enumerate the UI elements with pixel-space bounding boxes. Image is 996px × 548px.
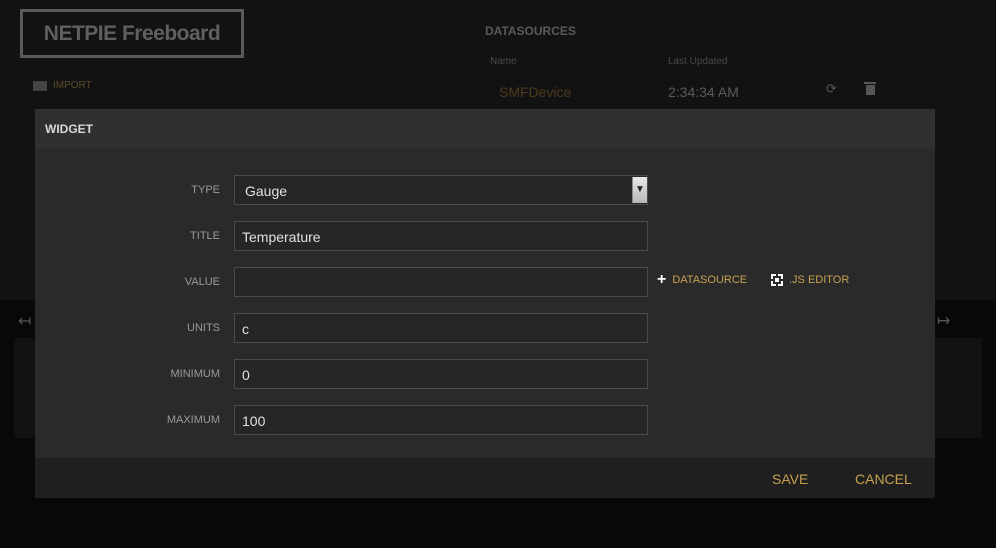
minimum-label: MINIMUM: [170, 368, 221, 380]
maximum-row: MAXIMUM 100: [35, 405, 935, 435]
dialog-body: TYPE Gauge ▼ TITLE Temperature VALUE + D…: [35, 149, 935, 458]
type-select-value: Gauge: [245, 183, 288, 199]
title-row: TITLE Temperature: [35, 221, 935, 251]
datasource-last-updated: 2:34:34 AM: [668, 84, 739, 100]
type-label: TYPE: [191, 184, 220, 196]
value-row: VALUE + DATASOURCE .JS EDITOR: [35, 267, 935, 297]
add-datasource-label: DATASOURCE: [672, 274, 748, 286]
maximum-label: MAXIMUM: [166, 414, 220, 426]
arrow-right-icon[interactable]: ↦: [937, 311, 950, 331]
plus-icon: +: [657, 271, 667, 288]
import-link[interactable]: IMPORT: [33, 80, 92, 91]
title-input[interactable]: Temperature: [234, 221, 648, 251]
chevron-down-icon[interactable]: ▼: [632, 177, 647, 203]
units-input[interactable]: c: [234, 313, 648, 343]
minimum-input[interactable]: 0: [234, 359, 648, 389]
refresh-icon[interactable]: ⟳: [826, 82, 840, 96]
dialog-header: WIDGET: [35, 109, 935, 149]
value-label: VALUE: [184, 276, 220, 288]
type-select[interactable]: Gauge ▼: [234, 175, 648, 205]
dialog-footer: SAVE CANCEL: [35, 458, 935, 498]
type-row: TYPE Gauge ▼: [35, 175, 935, 205]
import-label: IMPORT: [53, 80, 92, 91]
trash-icon[interactable]: [864, 82, 876, 96]
dialog-title: WIDGET: [45, 122, 93, 136]
datasources-title: DATASOURCES: [485, 24, 576, 38]
units-row: UNITS c: [35, 313, 935, 343]
fullscreen-icon: [771, 274, 783, 286]
title-label: TITLE: [190, 230, 220, 242]
app-logo: NETPIE Freeboard: [20, 9, 244, 58]
arrow-left-icon[interactable]: ↤: [18, 311, 31, 331]
js-editor-button[interactable]: .JS EDITOR: [771, 274, 849, 286]
value-input[interactable]: [234, 267, 648, 297]
cancel-button[interactable]: CANCEL: [855, 471, 912, 487]
widget-dialog: WIDGET TYPE Gauge ▼ TITLE Temperature VA…: [35, 109, 935, 498]
js-editor-label: .JS EDITOR: [789, 274, 850, 286]
save-button[interactable]: SAVE: [772, 471, 808, 487]
datasource-name[interactable]: SMFDevice: [499, 84, 571, 100]
folder-icon: [33, 80, 47, 91]
units-label: UNITS: [187, 322, 220, 334]
add-datasource-button[interactable]: + DATASOURCE: [657, 271, 748, 288]
datasources-column-updated: Last Updated: [668, 56, 728, 67]
datasources-column-name: Name: [490, 56, 517, 67]
maximum-input[interactable]: 100: [234, 405, 648, 435]
minimum-row: MINIMUM 0: [35, 359, 935, 389]
